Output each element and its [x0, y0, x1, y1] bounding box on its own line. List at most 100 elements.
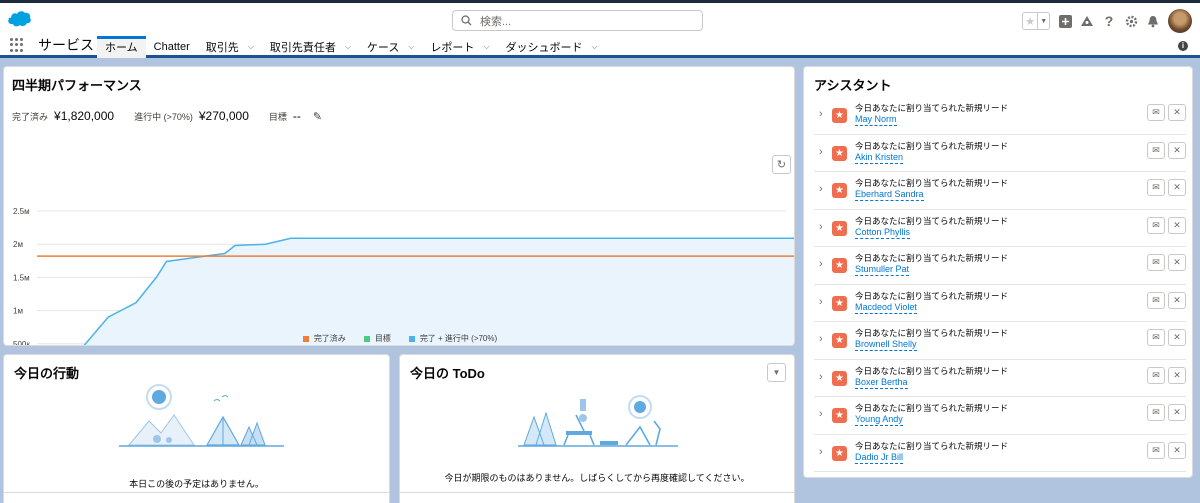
add-icon[interactable] [1058, 14, 1072, 28]
goal-label: 目標 [268, 112, 287, 122]
nav-tab[interactable]: 取引先責任者 ⌵ [262, 36, 359, 58]
dismiss-button[interactable]: ✕ [1168, 141, 1186, 159]
y-tick-label: 2м [13, 240, 23, 249]
chart-legend: 完了済み 目標 完了 + 進行中 (>70%) [4, 333, 794, 344]
email-button[interactable]: ✉ [1147, 216, 1165, 234]
email-button[interactable]: ✉ [1147, 366, 1165, 384]
dismiss-button[interactable]: ✕ [1168, 104, 1186, 121]
chevron-down-icon[interactable]: ⌵ [408, 42, 414, 52]
dismiss-button[interactable]: ✕ [1168, 441, 1186, 459]
email-button[interactable]: ✉ [1147, 329, 1165, 346]
expand-chevron-icon[interactable]: › [819, 221, 823, 233]
expand-chevron-icon[interactable]: › [819, 333, 823, 345]
email-button[interactable]: ✉ [1147, 254, 1165, 271]
nav-tab[interactable]: ケース ⌵ [359, 36, 423, 58]
nav-tab[interactable]: ホーム [97, 36, 146, 58]
nav-tab-label: Chatter [153, 41, 190, 53]
chevron-down-icon[interactable]: ⌵ [483, 42, 489, 52]
dismiss-button[interactable]: ✕ [1168, 291, 1186, 309]
lead-name-link[interactable]: Boxer Bertha [855, 377, 908, 389]
lead-icon: ★ [832, 333, 847, 348]
dismiss-button[interactable]: ✕ [1168, 216, 1186, 234]
help-icon[interactable]: ? [1102, 13, 1116, 29]
nav-tab[interactable]: 取引先 ⌵ [198, 36, 262, 58]
expand-chevron-icon[interactable]: › [819, 408, 823, 420]
dismiss-button[interactable]: ✕ [1168, 179, 1186, 196]
lead-name-link[interactable]: Brownell Shelly [855, 339, 917, 351]
lead-name-link[interactable]: Dadio Jr Bill [855, 452, 904, 464]
todo-filter-dropdown[interactable]: ▼ [767, 363, 786, 382]
dismiss-button[interactable]: ✕ [1168, 404, 1186, 421]
lead-name-link[interactable]: Eberhard Sandra [855, 189, 924, 201]
expand-chevron-icon[interactable]: › [819, 296, 823, 308]
assistant-item: › ★ 今日あなたに割り当てられた新規リード Macdeod Violet ✉ ✕ [814, 285, 1186, 322]
dismiss-button[interactable]: ✕ [1168, 254, 1186, 271]
assistant-item-actions: ✉ ✕ [1147, 141, 1186, 159]
lead-name-link[interactable]: Akin Kristen [855, 152, 904, 164]
expand-chevron-icon[interactable]: › [819, 183, 823, 195]
email-button[interactable]: ✉ [1147, 141, 1165, 159]
global-header: 検索... ★ ▼ ? [0, 0, 1200, 36]
assistant-item-title: 今日あなたに割り当てられた新規リード [855, 328, 1009, 338]
global-search-input[interactable]: 検索... [452, 10, 703, 31]
expand-chevron-icon[interactable]: › [819, 146, 823, 158]
lead-name-link[interactable]: Macdeod Violet [855, 302, 917, 314]
expand-chevron-icon[interactable]: › [819, 371, 823, 383]
info-icon[interactable]: i [1178, 41, 1188, 51]
dismiss-button[interactable]: ✕ [1168, 329, 1186, 346]
refresh-button[interactable]: ↻ [772, 155, 791, 174]
edit-goal-icon[interactable]: ✎ [313, 110, 322, 123]
nav-tab[interactable]: ダッシュボード ⌵ [498, 36, 606, 58]
performance-chart: 0500к1м1.5м2м2.5м789 [13, 207, 794, 345]
email-button[interactable]: ✉ [1147, 179, 1165, 196]
nav-tab-label: 取引先責任者 [269, 42, 336, 54]
assistant-item-title: 今日あなたに割り当てられた新規リード [855, 215, 1009, 226]
trailhead-icon[interactable] [1080, 14, 1094, 28]
legend-item[interactable]: 完了済み [302, 333, 346, 344]
expand-chevron-icon[interactable]: › [819, 108, 823, 120]
bell-icon[interactable] [1146, 14, 1160, 28]
legend-label: 完了済み [313, 334, 346, 343]
email-button[interactable]: ✉ [1147, 404, 1165, 421]
header-actions: ★ ▼ ? [1022, 8, 1192, 34]
expand-chevron-icon[interactable]: › [819, 258, 823, 270]
legend-item[interactable]: 目標 [363, 333, 391, 344]
assistant-item-title: 今日あなたに割り当てられた新規リード [855, 140, 1009, 151]
lead-name-link[interactable]: Cotton Phyllis [855, 227, 911, 239]
legend-swatch [363, 335, 370, 342]
expand-chevron-icon[interactable]: › [819, 446, 823, 458]
goal-value: -- [292, 109, 301, 123]
avatar[interactable] [1168, 9, 1192, 33]
email-button[interactable]: ✉ [1147, 104, 1165, 121]
lead-icon: ★ [832, 445, 847, 461]
lead-name-link[interactable]: Young Andy [855, 414, 903, 426]
email-button[interactable]: ✉ [1147, 291, 1165, 309]
lead-name-link[interactable]: Stumuller Pat [855, 264, 910, 276]
search-placeholder: 検索... [480, 15, 512, 28]
card-title: アシスタント [814, 78, 892, 93]
assistant-item-title: 今日あなたに割り当てられた新規リード [855, 103, 1009, 113]
chevron-down-icon[interactable]: ⌵ [345, 42, 351, 52]
performance-metrics: 完了済み ¥1,820,000 進行中 (>70%) ¥270,000 目標 -… [12, 109, 322, 123]
legend-item[interactable]: 完了 + 進行中 (>70%) [408, 333, 497, 344]
app-launcher-icon[interactable] [10, 38, 24, 52]
assistant-item-title: 今日あなたに割り当てられた新規リード [855, 365, 1009, 376]
assistant-item: › ★ 今日あなたに割り当てられた新規リード Dadio Jr Bill ✉ ✕ [814, 435, 1186, 472]
chevron-down-icon[interactable]: ⌵ [248, 42, 254, 52]
nav-tab[interactable]: レポート ⌵ [422, 36, 497, 58]
nav-tab[interactable]: Chatter [146, 36, 198, 58]
todays-todo-card: 今日の ToDo ▼ 今日が期限のものはありません。しばらくしてから再度確認して… [399, 354, 795, 503]
email-button[interactable]: ✉ [1147, 441, 1165, 459]
lead-icon: ★ [832, 183, 847, 198]
chevron-down-icon[interactable]: ▼ [1038, 13, 1049, 29]
favorites-button[interactable]: ★ ▼ [1022, 12, 1050, 30]
setup-gear-icon[interactable] [1124, 14, 1138, 28]
lead-name-link[interactable]: May Norm [855, 114, 897, 126]
assistant-item-actions: ✉ ✕ [1147, 216, 1186, 234]
chevron-down-icon[interactable]: ⌵ [592, 42, 598, 52]
star-icon[interactable]: ★ [1023, 13, 1039, 29]
dismiss-button[interactable]: ✕ [1168, 366, 1186, 384]
closed-label: 完了済み [12, 112, 49, 122]
assistant-item: › ★ 今日あなたに割り当てられた新規リード May Norm ✉ ✕ [814, 97, 1186, 135]
salesforce-logo[interactable] [6, 9, 32, 28]
